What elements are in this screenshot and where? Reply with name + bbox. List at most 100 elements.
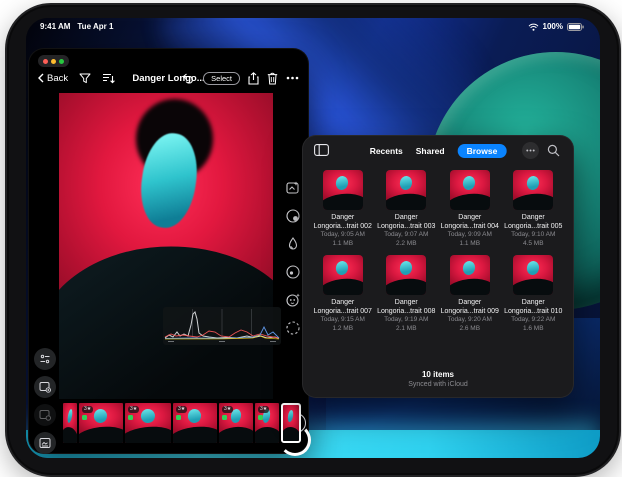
auto-enhance-button[interactable]	[282, 177, 304, 199]
thumbnails-button[interactable]	[34, 432, 56, 454]
green-tag	[128, 415, 133, 420]
file-size: 1.6 MB	[523, 325, 544, 334]
selective-adjust-button[interactable]	[282, 261, 304, 283]
file-name: Danger Longoria...trait 009	[439, 298, 501, 316]
sort-icon[interactable]	[102, 73, 115, 84]
green-tag	[82, 415, 87, 420]
tab-shared[interactable]: Shared	[416, 146, 445, 156]
export-button[interactable]	[34, 376, 56, 398]
battery-icon	[567, 23, 584, 31]
rating-badge: 3★	[222, 406, 233, 413]
file-name: Danger Longoria...trait 008	[375, 298, 437, 316]
filmstrip-thumb[interactable]: 3★	[79, 403, 123, 443]
search-button[interactable]	[545, 142, 562, 159]
editor-toolbar: Back Danger Longo... Select	[29, 67, 308, 89]
file-date: Today, 9:15 AM	[321, 316, 365, 325]
more-icon	[526, 149, 535, 152]
filmstrip-thumb[interactable]: 3★	[173, 403, 217, 443]
file-name: Danger Longoria...trait 005	[502, 213, 564, 231]
file-size: 2.1 MB	[396, 325, 417, 334]
repair-button[interactable]	[282, 233, 304, 255]
file-size: 4.5 MB	[523, 240, 544, 249]
file-item[interactable]: Danger Longoria...trait 005 Today, 9:10 …	[502, 170, 566, 249]
tab-recents[interactable]: Recents	[370, 146, 403, 156]
green-tag	[222, 415, 227, 420]
file-size: 1.2 MB	[332, 325, 353, 334]
file-size: 2.2 MB	[396, 240, 417, 249]
sidebar-toggle-icon[interactable]	[314, 144, 329, 156]
file-thumbnail	[450, 255, 490, 295]
photo-editor-window: Back Danger Longo... Select	[28, 48, 309, 454]
histogram-chart	[163, 307, 281, 345]
file-date: Today, 9:10 AM	[511, 231, 555, 240]
file-thumbnail	[450, 170, 490, 210]
rating-badge: 3★	[258, 406, 269, 413]
status-date: Tue Apr 1	[77, 22, 113, 31]
file-thumbnail	[323, 255, 363, 295]
browser-tabs: Recents Shared Browse	[370, 144, 507, 158]
file-date: Today, 9:22 AM	[511, 316, 555, 325]
fine-tune-button[interactable]	[34, 348, 56, 370]
clone-button[interactable]	[282, 205, 304, 227]
file-date: Today, 9:07 AM	[384, 231, 428, 240]
file-item[interactable]: Danger Longoria...trait 007 Today, 9:15 …	[311, 255, 375, 334]
file-thumbnail	[323, 170, 363, 210]
compare-button[interactable]	[34, 404, 56, 426]
file-name: Danger Longoria...trait 003	[375, 213, 437, 231]
file-thumbnail	[513, 170, 553, 210]
browser-header: Recents Shared Browse	[303, 136, 573, 166]
file-item[interactable]: Danger Longoria...trait 003 Today, 9:07 …	[375, 170, 439, 249]
file-item[interactable]: Danger Longoria...trait 010 Today, 9:22 …	[502, 255, 566, 334]
file-item[interactable]: Danger Longoria...trait 008 Today, 9:19 …	[375, 255, 439, 334]
wifi-icon	[528, 23, 539, 31]
status-bar: 9:41 AM Tue Apr 1 100%	[26, 21, 600, 33]
clone-icon	[285, 208, 301, 224]
file-item[interactable]: Danger Longoria...trait 009 Today, 9:20 …	[438, 255, 502, 334]
close-window-icon[interactable]	[43, 59, 48, 64]
zoom-window-icon[interactable]	[59, 59, 64, 64]
minimize-window-icon[interactable]	[51, 59, 56, 64]
filmstrip-thumb[interactable]	[63, 403, 77, 443]
back-button[interactable]: Back	[38, 73, 68, 84]
back-label: Back	[47, 73, 68, 84]
file-grid: Danger Longoria...trait 002 Today, 9:05 …	[311, 170, 565, 333]
filmstrip[interactable]: 3★ 3★ 3★ 3★ 3★	[63, 403, 301, 443]
ipad-screen: 9:41 AM Tue Apr 1 100%	[26, 18, 600, 458]
select-subject-button[interactable]	[282, 317, 304, 339]
select-subject-icon	[285, 320, 301, 336]
more-icon[interactable]	[286, 76, 299, 80]
window-resize-handle[interactable]	[279, 424, 311, 456]
photo-canvas[interactable]	[59, 93, 273, 399]
tab-browse[interactable]: Browse	[458, 144, 507, 158]
file-name: Danger Longoria...trait 010	[502, 298, 564, 316]
file-item[interactable]: Danger Longoria...trait 004 Today, 9:09 …	[438, 170, 502, 249]
filmstrip-thumb[interactable]: 3★	[219, 403, 253, 443]
filter-icon[interactable]	[79, 73, 91, 84]
share-icon[interactable]	[248, 72, 259, 85]
items-count: 10 items	[303, 370, 573, 379]
file-thumbnail	[513, 255, 553, 295]
thumbnails-icon	[39, 437, 51, 449]
fine-tune-icon	[39, 353, 51, 365]
search-icon	[547, 144, 560, 157]
window-controls[interactable]	[38, 55, 69, 67]
file-size: 1.1 MB	[459, 240, 480, 249]
file-name: Danger Longoria...trait 004	[439, 213, 501, 231]
file-date: Today, 9:05 AM	[321, 231, 365, 240]
select-button[interactable]: Select	[203, 72, 240, 85]
green-tag	[258, 415, 263, 420]
green-tag	[176, 415, 181, 420]
undo-icon[interactable]	[182, 73, 195, 84]
file-thumbnail	[386, 170, 426, 210]
auto-enhance-icon	[285, 180, 301, 196]
file-name: Danger Longoria...trait 007	[312, 298, 374, 316]
histogram-panel	[163, 307, 281, 345]
retouch-button[interactable]	[282, 289, 304, 311]
filmstrip-thumb[interactable]: 3★	[125, 403, 171, 443]
filmstrip-thumb[interactable]: 3★	[255, 403, 279, 443]
retouch-icon	[285, 292, 301, 308]
file-date: Today, 9:09 AM	[448, 231, 492, 240]
trash-icon[interactable]	[267, 72, 278, 85]
file-item[interactable]: Danger Longoria...trait 002 Today, 9:05 …	[311, 170, 375, 249]
more-options-button[interactable]	[522, 142, 539, 159]
